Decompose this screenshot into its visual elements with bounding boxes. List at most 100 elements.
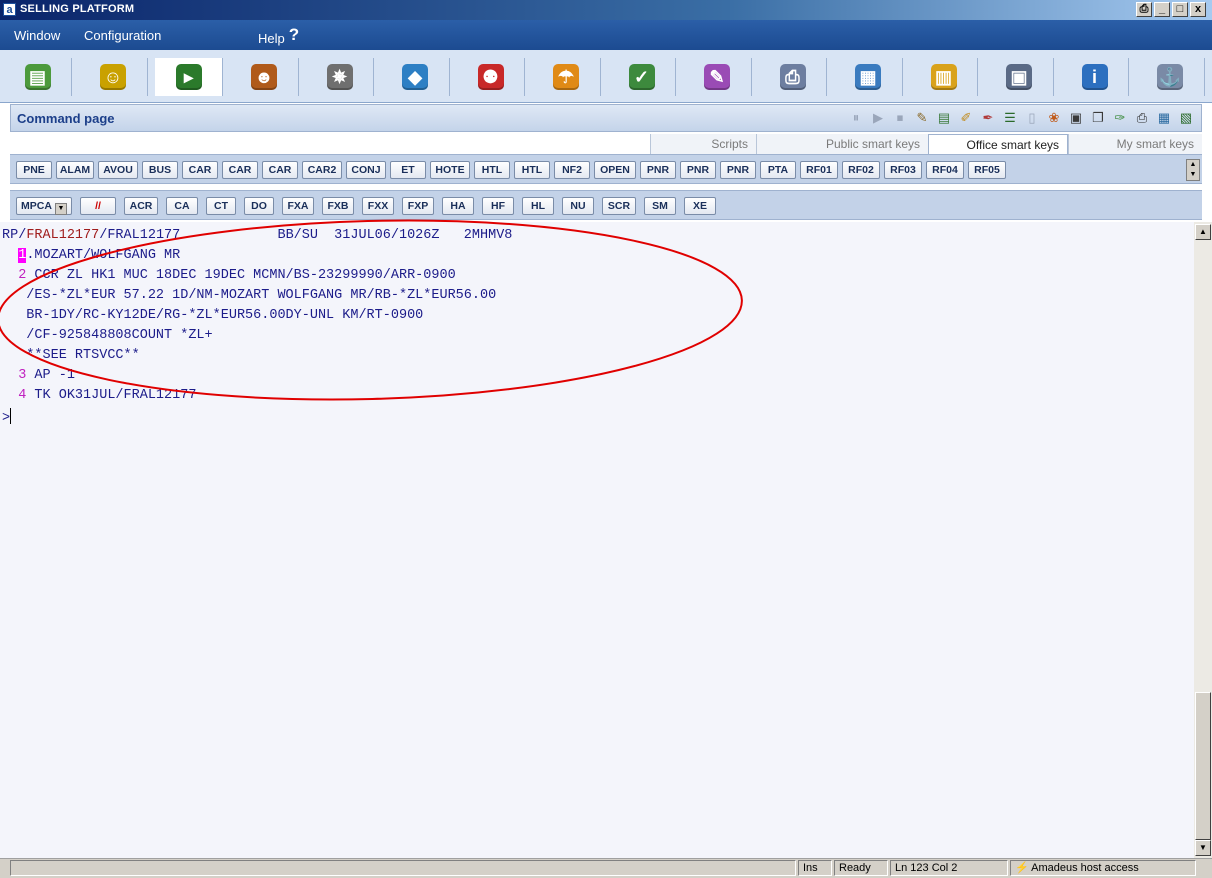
command-key-sm[interactable]: SM <box>644 197 676 215</box>
toolbar-button-agent[interactable]: ☻ <box>231 58 299 96</box>
smart-key-bus[interactable]: BUS <box>142 161 178 179</box>
command-key-nu[interactable]: NU <box>562 197 594 215</box>
command-key-fxp[interactable]: FXP <box>402 197 434 215</box>
calculator-icon[interactable]: ▧ <box>1177 109 1195 127</box>
list-icon[interactable]: ☰ <box>1001 109 1019 127</box>
command-key-acr[interactable]: ACR <box>124 197 158 215</box>
smart-key-car[interactable]: CAR <box>222 161 258 179</box>
smart-key-pnr[interactable]: PNR <box>680 161 716 179</box>
pen-icon[interactable]: ✑ <box>1111 109 1129 127</box>
pause-icon[interactable]: ⏸ <box>847 109 865 127</box>
stop-icon[interactable]: ⏹ <box>891 109 909 127</box>
close-button[interactable]: x <box>1190 2 1206 17</box>
tab-my-smart-keys[interactable]: My smart keys <box>1068 134 1202 154</box>
smart-key-avou[interactable]: AVOU <box>98 161 138 179</box>
command-key-hf[interactable]: HF <box>482 197 514 215</box>
minimize-button[interactable]: _ <box>1154 2 1170 17</box>
script-icon[interactable]: ✎ <box>913 109 931 127</box>
mpca-dropdown[interactable]: MPCA ▼ <box>16 197 72 215</box>
menu-help[interactable]: Help? <box>258 25 299 48</box>
command-key-scr[interactable]: SCR <box>602 197 636 215</box>
terminal-scrollbar[interactable]: ▲ ▼ <box>1194 222 1212 858</box>
menu-window[interactable]: Window <box>14 28 60 43</box>
printer-icon[interactable]: ⎙ <box>1133 109 1151 127</box>
host-label: Amadeus host access <box>1031 862 1139 874</box>
toolbar-button-document[interactable]: ▣ <box>986 58 1054 96</box>
print-icon[interactable]: ⎙ <box>1136 2 1152 17</box>
toolbar-button-terminal[interactable]: ▸ <box>155 58 223 96</box>
book-icon: ▤ <box>24 64 51 90</box>
smart-key-nf2[interactable]: NF2 <box>554 161 590 179</box>
marker-icon[interactable]: ✒ <box>979 109 997 127</box>
toolbar-button-umbrella[interactable]: ☂ <box>533 58 601 96</box>
smart-key-open[interactable]: OPEN <box>594 161 636 179</box>
command-key-xe[interactable]: XE <box>684 197 716 215</box>
tab-scripts[interactable]: Scripts <box>650 134 756 154</box>
smart-key-car[interactable]: CAR <box>182 161 218 179</box>
smart-key-pta[interactable]: PTA <box>760 161 796 179</box>
smart-key-rf04[interactable]: RF04 <box>926 161 964 179</box>
command-prompt[interactable]: > <box>2 408 12 426</box>
toolbar-button-bellboy[interactable]: ⚉ <box>457 58 525 96</box>
command-key-ca[interactable]: CA <box>166 197 198 215</box>
toolbar-button-info[interactable]: i <box>1061 58 1129 96</box>
smart-key-htl[interactable]: HTL <box>514 161 550 179</box>
brush-icon[interactable]: ✐ <box>957 109 975 127</box>
smart-key-conj[interactable]: CONJ <box>346 161 386 179</box>
columns-icon[interactable]: ▯ <box>1023 109 1041 127</box>
command-key-ct[interactable]: CT <box>206 197 236 215</box>
smart-key-car[interactable]: CAR <box>262 161 298 179</box>
scroll-up-button[interactable]: ▲ <box>1195 224 1211 240</box>
car-segment: CCR ZL HK1 MUC 18DEC 19DEC MCMN/BS-23299… <box>26 268 456 283</box>
toolbar-button-notepad[interactable]: ✎ <box>684 58 752 96</box>
maximize-button[interactable]: □ <box>1172 2 1188 17</box>
scroll-down-button[interactable]: ▼ <box>1195 840 1211 856</box>
smart-key-hote[interactable]: HOTE <box>430 161 470 179</box>
copy-icon[interactable]: ❐ <box>1089 109 1107 127</box>
command-key-ha[interactable]: HA <box>442 197 474 215</box>
toolbar-button-plane-check[interactable]: ✓ <box>608 58 676 96</box>
smart-key-et[interactable]: ET <box>390 161 426 179</box>
scroll-thumb[interactable] <box>1195 692 1211 840</box>
command-terminal[interactable]: RP/FRAL12177/FRAL12177 BB/SU 31JUL06/102… <box>0 222 1194 858</box>
smart-key-pnr[interactable]: PNR <box>720 161 756 179</box>
tab-public-smart-keys[interactable]: Public smart keys <box>756 134 928 154</box>
toolbar-button-car[interactable]: ◆ <box>382 58 450 96</box>
smart-key-pnr[interactable]: PNR <box>640 161 676 179</box>
smart-key-htl[interactable]: HTL <box>474 161 510 179</box>
rp-label: RP/ <box>2 228 27 243</box>
toolbar-button-book[interactable]: ▤ <box>4 58 72 96</box>
key-double-slash[interactable]: // <box>80 197 116 215</box>
printer-icon: ⎙ <box>779 64 806 90</box>
command-key-fxa[interactable]: FXA <box>282 197 314 215</box>
smart-key-rf05[interactable]: RF05 <box>968 161 1006 179</box>
toolbar-button-ship[interactable]: ⚓ <box>1137 58 1205 96</box>
database-icon[interactable]: ▦ <box>1155 109 1173 127</box>
command-key-hl[interactable]: HL <box>522 197 554 215</box>
toolbar-button-database[interactable]: ▦ <box>835 58 903 96</box>
window-icon[interactable]: ▣ <box>1067 109 1085 127</box>
toolbar-button-smiley[interactable]: ☺ <box>80 58 148 96</box>
play-icon[interactable]: ▶ <box>869 109 887 127</box>
umbrella-icon: ☂ <box>553 64 579 90</box>
smart-key-rf01[interactable]: RF01 <box>800 161 838 179</box>
smart-key-rf02[interactable]: RF02 <box>842 161 880 179</box>
tab-office-smart-keys[interactable]: Office smart keys <box>928 134 1068 154</box>
notes-icon[interactable]: ▤ <box>935 109 953 127</box>
terminal-line: /CF-925848808COUNT *ZL+ <box>2 328 213 343</box>
menu-configuration[interactable]: Configuration <box>84 28 161 43</box>
smart-key-car2[interactable]: CAR2 <box>302 161 342 179</box>
smart-key-pne[interactable]: PNE <box>16 161 52 179</box>
command-key-fxb[interactable]: FXB <box>322 197 354 215</box>
toolbar-button-folder[interactable]: ▥ <box>910 58 978 96</box>
toolbar-button-printer[interactable]: ⎙ <box>759 58 827 96</box>
app-icon: a <box>3 3 16 16</box>
command-key-fxx[interactable]: FXX <box>362 197 394 215</box>
command-key-do[interactable]: DO <box>244 197 274 215</box>
window-title: SELLING PLATFORM <box>20 3 135 15</box>
toolbar-button-satellite[interactable]: ✵ <box>306 58 374 96</box>
palette-icon[interactable]: ❀ <box>1045 109 1063 127</box>
smart-key-alam[interactable]: ALAM <box>56 161 94 179</box>
smart-keys-scroll[interactable]: ▲ ▼ <box>1186 159 1200 181</box>
smart-key-rf03[interactable]: RF03 <box>884 161 922 179</box>
